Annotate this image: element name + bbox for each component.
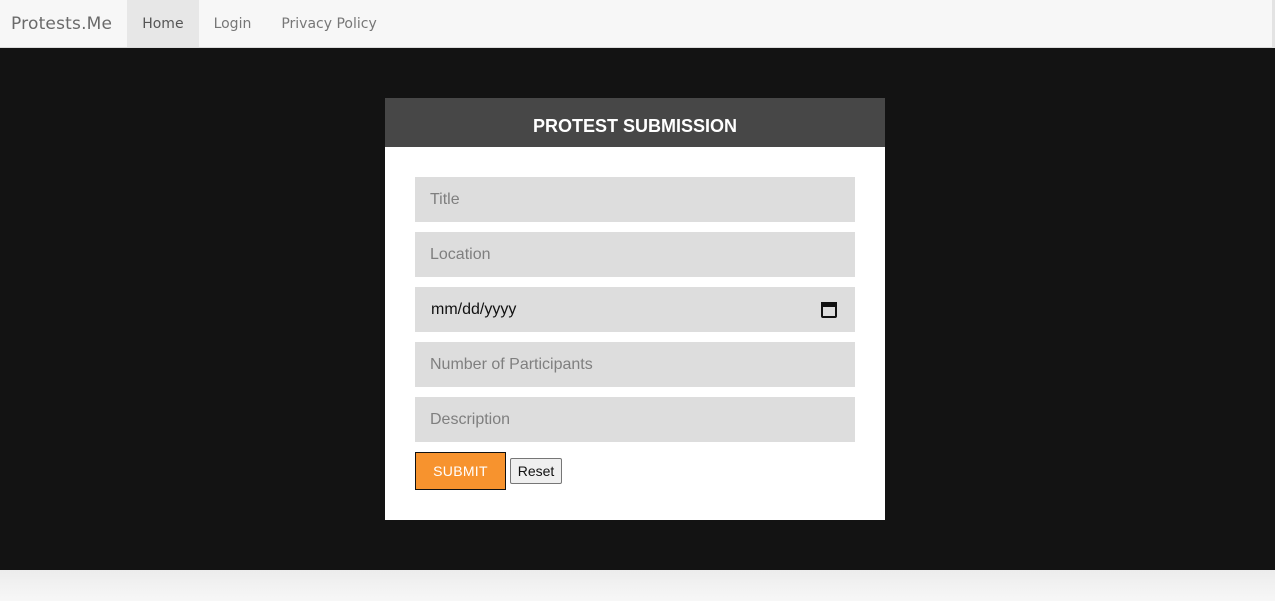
- nav-item-login[interactable]: Login: [199, 0, 267, 47]
- participants-input[interactable]: [415, 342, 855, 387]
- title-input[interactable]: [415, 177, 855, 222]
- top-navbar: Protests.Me Home Login Privacy Policy: [0, 0, 1275, 48]
- form-actions: SUBMIT Reset: [415, 452, 855, 490]
- protest-submission-card: PROTEST SUBMISSION mm/dd/yyyy SUBMIT Res…: [385, 98, 885, 520]
- description-input[interactable]: [415, 397, 855, 442]
- reset-button[interactable]: Reset: [510, 458, 562, 484]
- nav-item-home[interactable]: Home: [127, 0, 199, 47]
- form-title: PROTEST SUBMISSION: [385, 98, 885, 147]
- hero-section: PROTEST SUBMISSION mm/dd/yyyy SUBMIT Res…: [0, 48, 1275, 570]
- submit-button[interactable]: SUBMIT: [415, 452, 506, 490]
- location-input[interactable]: [415, 232, 855, 277]
- protest-submission-form: mm/dd/yyyy SUBMIT Reset: [385, 147, 885, 490]
- date-input-placeholder: mm/dd/yyyy: [431, 300, 517, 318]
- footer-area: [0, 570, 1275, 601]
- calendar-icon[interactable]: [821, 301, 837, 318]
- nav-item-privacy-policy[interactable]: Privacy Policy: [266, 0, 391, 47]
- brand-logo[interactable]: Protests.Me: [0, 0, 127, 47]
- date-input[interactable]: mm/dd/yyyy: [415, 287, 855, 332]
